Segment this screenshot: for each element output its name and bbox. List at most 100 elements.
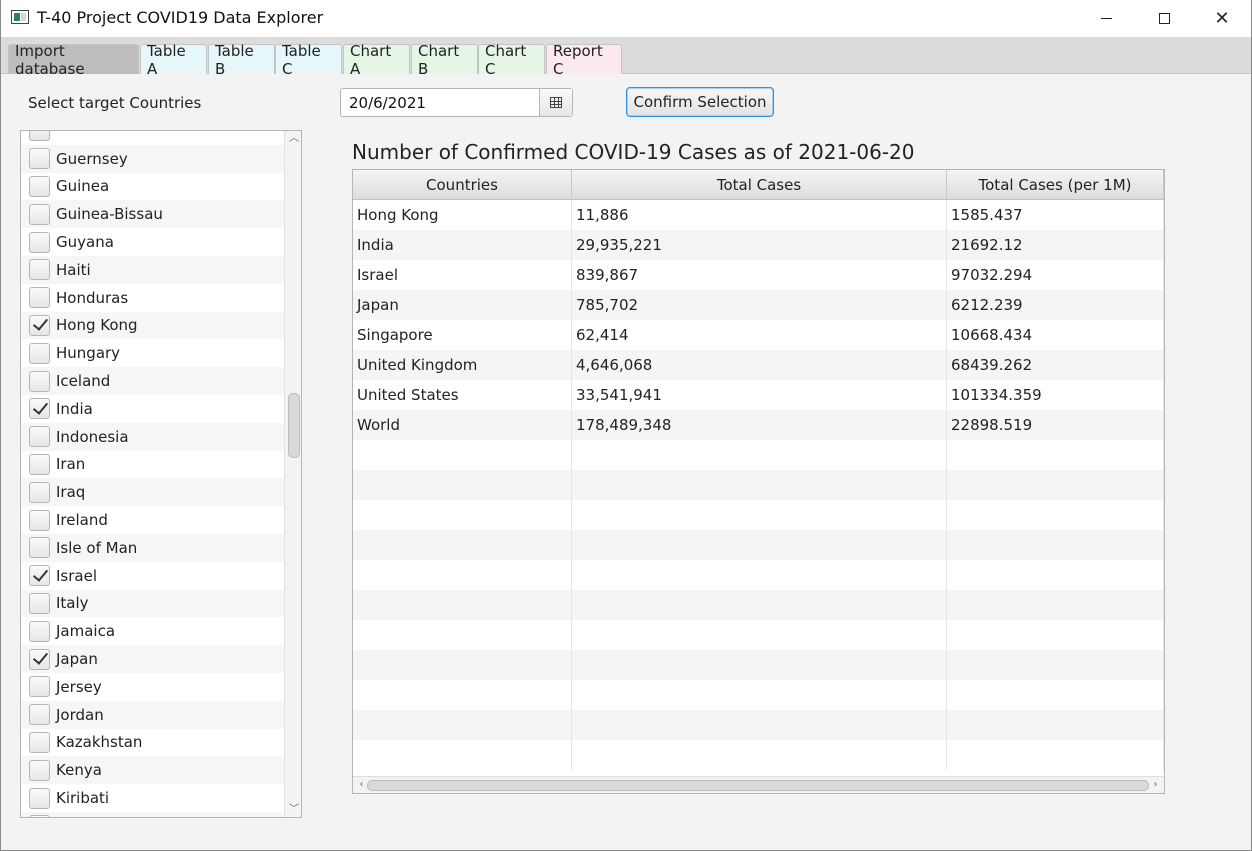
table-cell: 1585.437 bbox=[947, 200, 1164, 230]
list-item[interactable]: Italy bbox=[21, 589, 284, 618]
country-checkbox[interactable] bbox=[29, 203, 50, 225]
table-row[interactable]: Japan 785,702 6212.239 bbox=[353, 290, 1164, 320]
country-checkbox[interactable] bbox=[29, 648, 50, 670]
list-item[interactable]: Guinea bbox=[21, 173, 284, 201]
country-checkbox[interactable] bbox=[29, 759, 50, 781]
list-item[interactable]: Kiribati bbox=[21, 784, 284, 812]
country-checkbox[interactable] bbox=[29, 259, 50, 281]
tab-table-a[interactable]: Table A bbox=[140, 42, 207, 78]
table-row[interactable] bbox=[353, 560, 1164, 590]
table-row[interactable] bbox=[353, 530, 1164, 560]
list-item[interactable]: Haiti bbox=[21, 255, 284, 284]
table-row[interactable]: Israel 839,867 97032.294 bbox=[353, 260, 1164, 290]
country-list[interactable]: Guernsey Guinea Guinea-Bissau Guyana Haiti Ho… bbox=[20, 130, 302, 818]
table-row[interactable]: Singapore 62,414 10668.434 bbox=[353, 320, 1164, 350]
country-checkbox[interactable] bbox=[29, 565, 50, 587]
tab-report-c[interactable]: Report C bbox=[546, 42, 622, 78]
table-row[interactable] bbox=[353, 650, 1164, 680]
tab-chart-a[interactable]: Chart A bbox=[343, 42, 410, 78]
table-row[interactable]: Hong Kong 11,886 1585.437 bbox=[353, 200, 1164, 230]
tab-chart-c[interactable]: Chart C bbox=[478, 42, 545, 78]
list-item[interactable]: Guinea-Bissau bbox=[21, 200, 284, 229]
tab-import-database[interactable]: Import database bbox=[8, 42, 139, 78]
table-row[interactable] bbox=[353, 680, 1164, 710]
country-checkbox[interactable] bbox=[29, 815, 50, 817]
country-checkbox[interactable] bbox=[29, 287, 50, 309]
list-item[interactable]: Jamaica bbox=[21, 617, 284, 645]
tab-table-b[interactable]: Table B bbox=[208, 42, 275, 78]
table-row[interactable] bbox=[353, 500, 1164, 530]
list-item[interactable]: Kazakhstan bbox=[21, 729, 284, 757]
country-checkbox[interactable] bbox=[29, 731, 50, 753]
country-checkbox[interactable] bbox=[29, 314, 50, 336]
country-checkbox[interactable] bbox=[29, 676, 50, 698]
country-label: Guernsey bbox=[56, 149, 128, 168]
table-row[interactable]: United States 33,541,941 101334.359 bbox=[353, 380, 1164, 410]
scroll-thumb[interactable] bbox=[288, 393, 300, 458]
confirm-selection-button[interactable]: Confirm Selection bbox=[626, 87, 774, 117]
list-item[interactable]: Guernsey bbox=[21, 144, 284, 173]
table-row[interactable]: World 178,489,348 22898.519 bbox=[353, 410, 1164, 440]
list-item[interactable]: Hungary bbox=[21, 339, 284, 367]
list-item[interactable]: Ireland bbox=[21, 506, 284, 534]
calendar-button[interactable] bbox=[539, 89, 572, 116]
country-checkbox[interactable] bbox=[29, 131, 50, 142]
table-row[interactable]: India 29,935,221 21692.12 bbox=[353, 230, 1164, 260]
country-checkbox[interactable] bbox=[29, 175, 50, 197]
column-header-countries[interactable]: Countries bbox=[353, 170, 572, 200]
column-header-total-cases-per-1m[interactable]: Total Cases (per 1M) bbox=[947, 170, 1164, 200]
list-item[interactable]: Kenya bbox=[21, 756, 284, 785]
close-button[interactable]: ✕ bbox=[1193, 0, 1251, 36]
country-list-scrollbar[interactable]: ︿ ﹀ bbox=[284, 131, 301, 817]
table-row[interactable] bbox=[353, 710, 1164, 740]
list-item[interactable]: India bbox=[21, 395, 284, 423]
list-item[interactable]: Japan bbox=[21, 645, 284, 673]
country-checkbox[interactable] bbox=[29, 398, 50, 420]
maximize-button[interactable] bbox=[1135, 0, 1193, 36]
country-checkbox[interactable] bbox=[29, 620, 50, 642]
scroll-thumb[interactable] bbox=[367, 780, 1149, 791]
country-checkbox[interactable] bbox=[29, 426, 50, 448]
country-checkbox[interactable] bbox=[29, 592, 50, 614]
scroll-down-icon[interactable]: ﹀ bbox=[289, 805, 299, 815]
table-row[interactable] bbox=[353, 440, 1164, 470]
list-item[interactable]: Kosovo bbox=[21, 811, 284, 817]
list-item[interactable]: Isle of Man bbox=[21, 533, 284, 562]
scroll-up-icon[interactable]: ︿ bbox=[289, 134, 299, 144]
scroll-right-icon[interactable]: › bbox=[1151, 780, 1160, 790]
column-header-total-cases[interactable]: Total Cases bbox=[572, 170, 947, 200]
country-checkbox[interactable] bbox=[29, 537, 50, 559]
date-input[interactable] bbox=[341, 89, 540, 116]
country-checkbox[interactable] bbox=[29, 481, 50, 503]
list-item[interactable] bbox=[21, 131, 284, 145]
country-checkbox[interactable] bbox=[29, 370, 50, 392]
table-row[interactable]: United Kingdom 4,646,068 68439.262 bbox=[353, 350, 1164, 380]
country-checkbox[interactable] bbox=[29, 231, 50, 253]
minimize-button[interactable] bbox=[1077, 0, 1135, 36]
list-item[interactable]: Honduras bbox=[21, 284, 284, 312]
table-horizontal-scrollbar[interactable]: ‹ › bbox=[353, 776, 1164, 793]
list-item[interactable]: Iraq bbox=[21, 478, 284, 507]
country-checkbox[interactable] bbox=[29, 787, 50, 809]
tab-chart-b[interactable]: Chart B bbox=[411, 42, 478, 78]
list-item[interactable]: Guyana bbox=[21, 228, 284, 256]
list-item[interactable]: Iceland bbox=[21, 367, 284, 395]
list-item[interactable]: Jersey bbox=[21, 673, 284, 701]
table-row[interactable] bbox=[353, 470, 1164, 500]
country-checkbox[interactable] bbox=[29, 453, 50, 475]
list-item[interactable]: Indonesia bbox=[21, 422, 284, 451]
table-row[interactable] bbox=[353, 740, 1164, 770]
tab-table-c[interactable]: Table C bbox=[275, 42, 342, 78]
list-item[interactable]: Jordan bbox=[21, 700, 284, 729]
country-checkbox[interactable] bbox=[29, 509, 50, 531]
table-row[interactable] bbox=[353, 620, 1164, 650]
list-item[interactable]: Israel bbox=[21, 562, 284, 590]
list-item[interactable]: Iran bbox=[21, 451, 284, 479]
country-checkbox[interactable] bbox=[29, 342, 50, 364]
country-label: Honduras bbox=[56, 288, 129, 307]
list-item[interactable]: Hong Kong bbox=[21, 311, 284, 340]
table-row[interactable] bbox=[353, 590, 1164, 620]
country-checkbox[interactable] bbox=[29, 148, 50, 170]
scroll-left-icon[interactable]: ‹ bbox=[357, 780, 366, 790]
country-checkbox[interactable] bbox=[29, 704, 50, 726]
